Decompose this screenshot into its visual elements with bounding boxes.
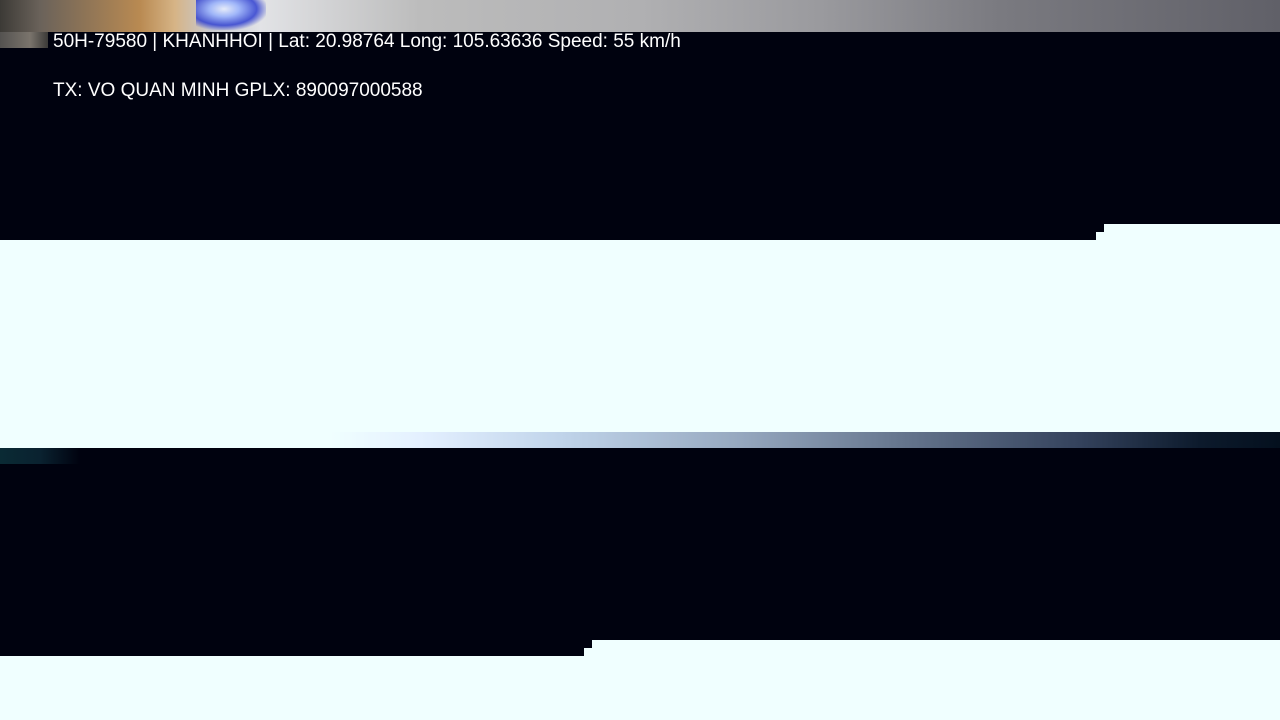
camera-image-strip [0, 0, 1280, 32]
camera-frame: 50H-79580 | KHANHHOI | Lat: 20.98764 Lon… [0, 0, 1280, 720]
camera-image-fragment [0, 32, 48, 48]
glitch-band-lower [0, 656, 1280, 720]
glitch-band-step [1104, 224, 1280, 240]
glitch-band-step [1096, 232, 1104, 240]
glitch-band-step [592, 640, 1280, 656]
camera-image-highlight [196, 0, 266, 30]
glitch-band-upper [0, 240, 1280, 432]
osd-driver-info: TX: VO QUAN MINH GPLX: 890097000588 [53, 80, 423, 101]
osd-vehicle-info: 50H-79580 | KHANHHOI | Lat: 20.98764 Lon… [53, 31, 681, 52]
glitch-gradient-fragment [0, 448, 80, 464]
glitch-band-step [584, 648, 592, 656]
glitch-gradient-row [0, 432, 1280, 448]
